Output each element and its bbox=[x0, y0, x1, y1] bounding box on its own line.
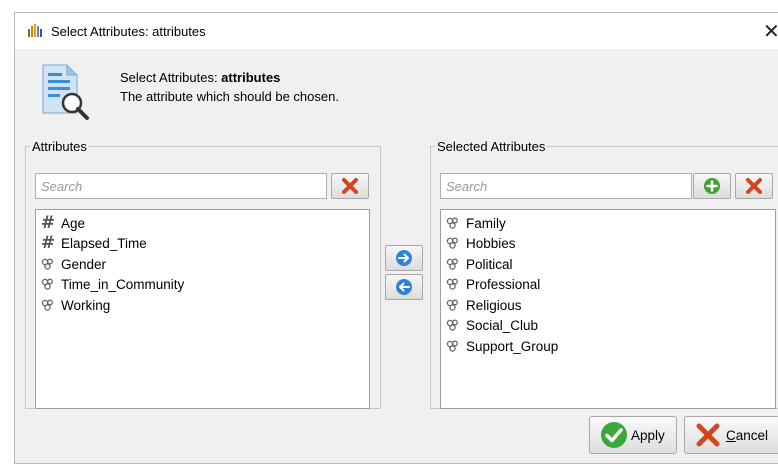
header-description: The attribute which should be chosen. bbox=[120, 89, 339, 104]
selected-attributes-panel-legend: Selected Attributes bbox=[437, 139, 546, 154]
apply-label: Apply bbox=[631, 427, 665, 443]
list-item-label: Gender bbox=[61, 256, 107, 272]
nominal-icon bbox=[38, 278, 58, 290]
document-search-icon bbox=[42, 64, 89, 120]
list-item[interactable]: Political bbox=[443, 254, 513, 274]
cancel-label-rest: ancel bbox=[735, 427, 769, 443]
numeric-icon: # bbox=[40, 233, 56, 253]
selected-attributes-search-input[interactable] bbox=[440, 173, 692, 199]
nominal-icon bbox=[443, 258, 463, 270]
move-right-button[interactable] bbox=[385, 245, 423, 271]
nominal-icon bbox=[443, 319, 463, 331]
cancel-x-icon bbox=[696, 423, 720, 447]
list-item[interactable]: Gender bbox=[38, 254, 106, 274]
list-item-label: Support_Group bbox=[466, 338, 559, 354]
add-attribute-button[interactable] bbox=[693, 173, 731, 199]
list-item-label: Religious bbox=[466, 297, 522, 313]
nominal-icon bbox=[443, 217, 463, 229]
attributes-list[interactable]: # Age # Elapsed_Time Gender Time_in_Commun… bbox=[35, 209, 370, 409]
header-prefix: Select Attributes: bbox=[120, 70, 222, 85]
move-left-button[interactable] bbox=[385, 274, 423, 300]
apply-button[interactable]: Apply bbox=[589, 416, 677, 454]
title-bar: Select Attributes: attributes ✕ bbox=[15, 13, 778, 49]
list-item-label: Social_Club bbox=[466, 317, 539, 333]
arrow-right-icon bbox=[396, 250, 412, 266]
checkmark-icon bbox=[601, 422, 627, 448]
list-item[interactable]: Professional bbox=[443, 274, 540, 294]
list-item[interactable]: Hobbies bbox=[443, 233, 516, 253]
list-item[interactable]: Family bbox=[443, 213, 506, 233]
list-item[interactable]: Social_Club bbox=[443, 315, 538, 335]
numeric-icon: # bbox=[40, 213, 56, 233]
nominal-icon bbox=[38, 299, 58, 311]
list-item[interactable]: Time_in_Community bbox=[38, 274, 184, 294]
selected-attributes-panel: Selected Attributes Family Hobbies Polit… bbox=[430, 139, 778, 409]
attributes-panel: Attributes # Age # Elapsed_Time Gender Tim… bbox=[25, 139, 381, 409]
selected-attributes-list[interactable]: Family Hobbies Political Professional Re… bbox=[440, 209, 776, 409]
arrow-left-icon bbox=[396, 279, 412, 295]
list-item-label: Professional bbox=[466, 276, 541, 292]
list-item-label: Elapsed_Time bbox=[61, 235, 147, 251]
cancel-label: Cancel bbox=[726, 428, 768, 443]
list-item-label: Family bbox=[466, 215, 506, 231]
list-item[interactable]: Support_Group bbox=[443, 336, 558, 356]
list-item-label: Time_in_Community bbox=[61, 276, 185, 292]
cancel-button[interactable]: Cancel bbox=[684, 416, 778, 454]
cancel-mnemonic: C bbox=[726, 427, 736, 443]
attributes-panel-legend: Attributes bbox=[32, 139, 87, 154]
list-item-label: Hobbies bbox=[466, 235, 516, 251]
nominal-icon bbox=[443, 237, 463, 249]
list-item-label: Working bbox=[61, 297, 111, 313]
list-item[interactable]: Religious bbox=[443, 295, 522, 315]
header-attribute-name: attributes bbox=[221, 70, 281, 85]
clear-attributes-search-button[interactable] bbox=[331, 173, 369, 199]
list-item[interactable]: # Age bbox=[38, 213, 85, 233]
list-item[interactable]: Working bbox=[38, 295, 110, 315]
nominal-icon bbox=[38, 258, 58, 270]
nominal-icon bbox=[443, 278, 463, 290]
remove-attribute-button[interactable] bbox=[735, 173, 773, 199]
list-item-label: Political bbox=[466, 256, 513, 272]
header-title: Select Attributes: attributes bbox=[120, 70, 280, 85]
app-logo-icon bbox=[28, 24, 42, 37]
remove-icon bbox=[342, 178, 358, 194]
remove-icon bbox=[746, 178, 762, 194]
dialog-window: Select Attributes: attributes ✕ Select A… bbox=[14, 12, 778, 464]
list-item-label: Age bbox=[61, 215, 86, 231]
window-title: Select Attributes: attributes bbox=[51, 24, 206, 39]
list-item[interactable]: # Elapsed_Time bbox=[38, 233, 147, 253]
nominal-icon bbox=[443, 340, 463, 352]
close-button[interactable]: ✕ bbox=[763, 19, 778, 44]
nominal-icon bbox=[443, 299, 463, 311]
attributes-search-input[interactable] bbox=[35, 173, 327, 199]
add-icon bbox=[704, 178, 720, 194]
